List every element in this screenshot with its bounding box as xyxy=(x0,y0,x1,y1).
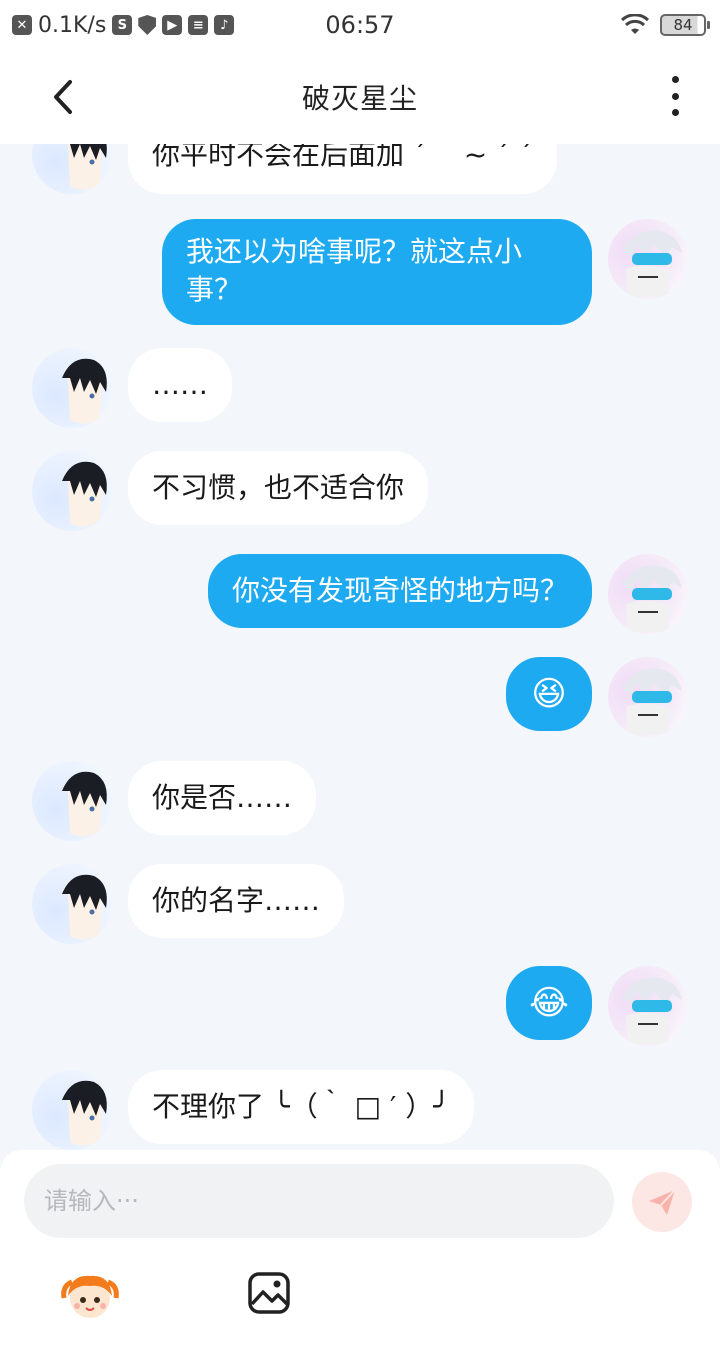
anime-silver-hair-avatar-icon xyxy=(622,668,682,735)
anime-boy-avatar-icon xyxy=(62,874,107,940)
incoming-message[interactable]: 你的名字…… xyxy=(128,864,345,938)
more-vertical-icon xyxy=(671,76,679,83)
contact-avatar[interactable] xyxy=(32,864,112,944)
contact-avatar[interactable] xyxy=(32,451,112,531)
chevron-left-icon xyxy=(54,80,72,114)
close-notification-icon: ✕ xyxy=(12,15,32,35)
anime-boy-avatar-icon xyxy=(62,461,107,527)
outgoing-emoji-message[interactable]: 😂 xyxy=(506,966,592,1040)
music-icon: ♪ xyxy=(214,15,235,35)
my-avatar[interactable] xyxy=(608,554,688,634)
battery-level: 84 xyxy=(673,16,693,34)
contact-avatar[interactable] xyxy=(32,348,112,428)
image-icon xyxy=(248,1272,290,1314)
paper-plane-icon xyxy=(649,1189,676,1215)
more-options-button[interactable] xyxy=(660,76,690,116)
incoming-message[interactable]: …… xyxy=(128,348,232,422)
incoming-message[interactable]: 不习惯，也不适合你 xyxy=(128,451,429,525)
my-avatar[interactable] xyxy=(608,219,688,299)
anime-boy-avatar-icon xyxy=(62,144,107,190)
outgoing-emoji-message[interactable]: 😆 xyxy=(506,657,592,731)
my-avatar[interactable] xyxy=(608,657,688,737)
my-avatar[interactable] xyxy=(608,966,688,1046)
more-dot xyxy=(671,92,679,100)
battery-icon: 84 xyxy=(660,14,710,36)
anime-boy-avatar-icon xyxy=(62,358,107,424)
contact-avatar[interactable] xyxy=(32,144,112,194)
outgoing-message[interactable]: 你没有发现奇怪的地方吗？ xyxy=(207,554,592,628)
message-input[interactable] xyxy=(24,1164,614,1238)
outgoing-message[interactable]: 我还以为啥事呢？就这点小事？ xyxy=(162,219,592,325)
app-notification-icon: S xyxy=(112,15,133,35)
more-dot xyxy=(671,109,679,116)
anime-silver-hair-avatar-icon xyxy=(622,977,682,1044)
message-list[interactable]: 你平时不会在后面加 ´ ｀~ ´ ´ 我还以为啥事呢？就这点小事？ …… 不习惯… xyxy=(0,144,720,1150)
sticker-character-icon xyxy=(61,1275,119,1318)
incoming-message[interactable]: 不理你了 ╰（｀ □ ′ ）╯ xyxy=(128,1070,475,1144)
image-button[interactable] xyxy=(244,1268,304,1324)
anime-boy-avatar-icon xyxy=(62,771,107,837)
anime-boy-avatar-icon xyxy=(62,1080,107,1146)
incoming-message[interactable]: 你平时不会在后面加 ´ ｀~ ´ ´ xyxy=(128,144,558,194)
wifi-icon xyxy=(620,14,650,34)
status-right: 84 xyxy=(620,14,710,36)
chat-title: 破灭星尘 xyxy=(301,82,418,115)
network-speed: 0.1K/s xyxy=(38,12,107,38)
sticker-button[interactable] xyxy=(60,1268,120,1324)
back-button[interactable] xyxy=(44,74,84,120)
play-icon: ▶ xyxy=(162,15,183,35)
incoming-message[interactable]: 你是否…… xyxy=(128,761,317,835)
anime-silver-hair-avatar-icon xyxy=(622,230,682,297)
composer-panel xyxy=(0,1150,720,1356)
anime-silver-hair-avatar-icon xyxy=(622,565,682,632)
send-button[interactable] xyxy=(632,1172,692,1232)
chat-header: 破灭星尘 xyxy=(0,50,720,144)
shield-icon xyxy=(138,15,157,35)
status-left: ✕ 0.1K/s S ▶ ≡ ♪ xyxy=(12,12,235,38)
card-icon: ≡ xyxy=(188,15,209,35)
contact-avatar[interactable] xyxy=(32,1070,112,1150)
status-bar: ✕ 0.1K/s S ▶ ≡ ♪ 06:57 84 xyxy=(0,0,720,50)
contact-avatar[interactable] xyxy=(32,761,112,841)
